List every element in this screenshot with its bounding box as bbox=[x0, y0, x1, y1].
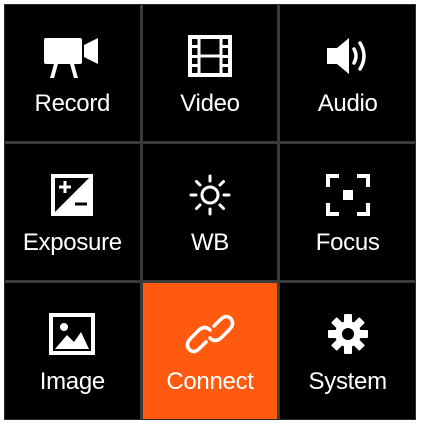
menu-item-focus[interactable]: Focus bbox=[280, 144, 415, 280]
menu-item-image[interactable]: Image bbox=[5, 283, 140, 419]
menu-item-label: Image bbox=[39, 368, 106, 395]
menu-item-label: WB bbox=[190, 229, 230, 256]
speaker-icon bbox=[316, 30, 380, 82]
menu-item-label: Exposure bbox=[22, 229, 122, 256]
video-camera-icon bbox=[40, 30, 104, 82]
menu-item-wb[interactable]: WB bbox=[142, 144, 278, 280]
menu-item-audio[interactable]: Audio bbox=[280, 5, 415, 141]
sun-icon bbox=[178, 169, 242, 221]
menu-item-label: Connect bbox=[166, 368, 254, 395]
menu-item-system[interactable]: System bbox=[280, 283, 415, 419]
menu-item-exposure[interactable]: Exposure bbox=[5, 144, 140, 280]
menu-item-connect[interactable]: Connect bbox=[142, 283, 278, 419]
gear-icon bbox=[316, 308, 380, 360]
menu-item-record[interactable]: Record bbox=[5, 5, 140, 141]
menu-item-label: Audio bbox=[317, 90, 378, 117]
exposure-icon bbox=[40, 169, 104, 221]
film-strip-icon bbox=[178, 30, 242, 82]
menu-item-label: Record bbox=[34, 90, 111, 117]
menu-item-video[interactable]: Video bbox=[142, 5, 278, 141]
link-icon bbox=[178, 308, 242, 360]
picture-icon bbox=[40, 308, 104, 360]
menu-item-label: Video bbox=[180, 90, 240, 117]
menu-item-label: System bbox=[308, 368, 388, 395]
focus-frame-icon bbox=[316, 169, 380, 221]
menu-grid: Record Video Audio Exposure WB Focus Ima… bbox=[4, 4, 416, 420]
menu-item-label: Focus bbox=[315, 229, 380, 256]
